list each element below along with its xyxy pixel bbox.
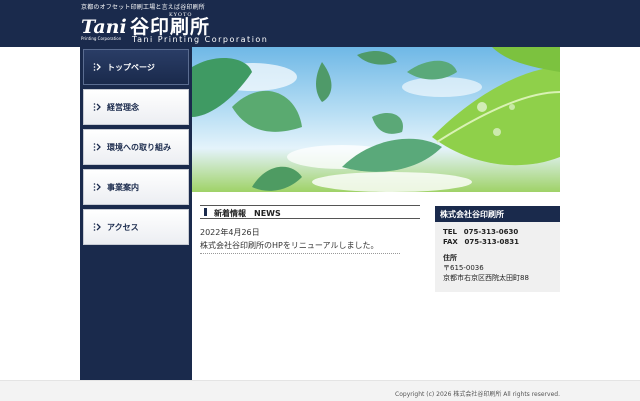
nav-label: アクセス [107,222,139,232]
nav-arrow-icon [93,223,101,231]
logo-sub-text: Printing Corporation [81,36,122,41]
copyright-text: Copyright (c) 2026 株式会社谷印刷所 All rights r… [395,391,560,398]
address-text: 京都市右京区西院太田町88 [443,274,529,282]
sidebar-nav: トップページ 経営理念 環境への取り組み 事業案内 アクセス [80,47,192,380]
nav-arrow-icon [93,143,101,151]
logo-tani-text: Tani [81,16,127,38]
site-header: 京都のオフセット印刷工場と言えば谷印刷所 KYOTO Tani Printing… [0,0,640,47]
company-name-en: Tani Printing Corporation [132,35,269,44]
nav-arrow-icon [93,63,101,71]
hero-image [192,47,560,192]
fax-label: FAX [443,238,458,246]
nav-item-top[interactable]: トップページ [83,49,189,85]
news-divider [200,253,400,254]
address-label: 住所 [443,253,457,263]
nav-label: 経営理念 [107,102,139,112]
tel-label: TEL [443,228,458,236]
nav-arrow-icon [93,103,101,111]
postal-code: 〒615-0036 [443,264,484,272]
company-info-panel: TEL 075-313-0630 FAX 075-313-0831 住所 〒61… [435,222,560,292]
fax-number: 075-313-0831 [464,238,520,246]
news-header-bar [204,208,207,216]
news-title: 新着情報 NEWS [214,209,281,218]
nav-item-environment[interactable]: 環境への取り組み [83,129,189,165]
tel-line: TEL 075-313-0630 [443,228,518,236]
news-section-header: 新着情報 NEWS [200,205,420,219]
company-logo[interactable]: KYOTO Tani Printing Corporation [81,12,191,42]
tel-number: 075-313-0630 [463,228,519,236]
nav-item-access[interactable]: アクセス [83,209,189,245]
address-label-text: 住所 [443,254,457,262]
fax-line: FAX 075-313-0831 [443,238,519,246]
site-tagline: 京都のオフセット印刷工場と言えば谷印刷所 [81,4,206,11]
nav-item-business[interactable]: 事業案内 [83,169,189,205]
company-info-title: 株式会社谷印刷所 [440,210,504,219]
nav-arrow-icon [93,183,101,191]
news-date: 2022年4月26日 [200,228,260,237]
news-item-text: 株式会社谷印刷所のHPをリニューアルしました。 [200,241,379,250]
nav-item-philosophy[interactable]: 経営理念 [83,89,189,125]
nav-label: トップページ [107,62,155,72]
company-info-header: 株式会社谷印刷所 [435,206,560,222]
nav-label: 環境への取り組み [107,142,171,152]
hero-leaves-illustration [192,47,560,192]
nav-label: 事業案内 [107,182,139,192]
